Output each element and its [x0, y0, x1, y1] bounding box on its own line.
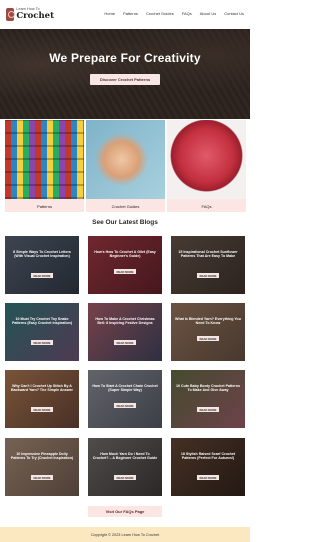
site-header: Learn How To Crochet Home Patterns Croch… [0, 0, 250, 29]
blog-title: How To Start A Crochet Chain Crochet (Su… [92, 384, 158, 393]
read-more-button[interactable]: READ MORE [197, 475, 219, 480]
read-more-button[interactable]: READ MORE [197, 407, 219, 412]
blog-card[interactable]: Why Can't I Crochet Up Stitch By A Backw… [5, 370, 79, 428]
site-footer: Copyright © 2023 Learn How To Crochet [0, 527, 250, 542]
section-title: See Our Latest Blogs [92, 219, 158, 226]
read-more-button[interactable]: READ MORE [31, 340, 53, 345]
blog-title: 18 Stylish Raised Scarf Crochet Patterns… [180, 452, 236, 461]
logo-title: Crochet [16, 11, 54, 22]
read-more-button[interactable]: READ MORE [114, 403, 136, 408]
nav-contact-us[interactable]: Contact Us [224, 11, 244, 16]
blog-card[interactable]: What Is Blended Yarn? Everything You Nee… [171, 303, 245, 361]
read-more-button[interactable]: READ MORE [114, 269, 136, 274]
yarn-logo-icon [6, 8, 16, 21]
read-more-button[interactable]: READ MORE [197, 273, 219, 278]
read-more-button[interactable]: READ MORE [31, 273, 53, 278]
read-more-button[interactable]: READ MORE [114, 340, 136, 345]
copyright-text: Copyright © 2023 Learn How To Crochet [90, 532, 160, 537]
blog-card[interactable]: 8 Simple Ways To Crochet Letters (With V… [5, 236, 79, 294]
blog-title: Why Can't I Crochet Up Stitch By A Backw… [11, 384, 73, 393]
blog-title: How Much Yarn Do I Need To Crochet? – A … [92, 452, 158, 461]
blog-card[interactable]: How Much Yarn Do I Need To Crochet? – A … [88, 438, 162, 496]
blog-card[interactable]: 10 Impressive Pineapple Doily Patterns T… [5, 438, 79, 496]
read-more-button[interactable]: READ MORE [197, 336, 219, 341]
nav-faqs[interactable]: FAQs [182, 11, 192, 16]
yarn-ball-image [167, 120, 246, 199]
site-logo[interactable]: Learn How To Crochet [6, 6, 54, 23]
blog-title: 8 Simple Ways To Crochet Letters (With V… [13, 250, 71, 259]
read-more-button[interactable]: READ MORE [31, 407, 53, 412]
blog-title: 15 Inspirational Crochet Sunflower Patte… [178, 250, 238, 259]
blog-card[interactable]: How To Start A Crochet Chain Crochet (Su… [88, 370, 162, 428]
blog-card[interactable]: 10 Cute Baby Booty Crochet Patterns To M… [171, 370, 245, 428]
visit-faqs-button[interactable]: Visit Our FAQs Page [88, 506, 162, 517]
discover-patterns-button[interactable]: Discover Crochet Patterns [90, 74, 160, 85]
blog-card[interactable]: How To Make A Crochet Christmas Bell: 8 … [88, 303, 162, 361]
nav-crochet-guides[interactable]: Crochet Guides [146, 11, 174, 16]
nav-patterns[interactable]: Patterns [123, 11, 138, 16]
blog-card[interactable]: 10 Must Try Crochet Toy Snake Patterns (… [5, 303, 79, 361]
blog-title: What Is Blended Yarn? Everything You Nee… [175, 317, 241, 326]
category-label: Patterns [37, 204, 52, 209]
category-label: Crochet Guides [111, 204, 140, 209]
category-card-faqs[interactable]: FAQs [167, 120, 246, 212]
crochet-hands-image [86, 120, 165, 199]
category-card-patterns[interactable]: Patterns [5, 120, 84, 212]
blog-card[interactable]: 18 Stylish Raised Scarf Crochet Patterns… [171, 438, 245, 496]
read-more-button[interactable]: READ MORE [31, 475, 53, 480]
hero-title: We Prepare For Creativity [49, 51, 201, 65]
blog-title: 10 Must Try Crochet Toy Snake Patterns (… [11, 317, 73, 326]
blog-title: How's How To Crochet A Gilet (Easy Begin… [94, 250, 156, 259]
blog-title: How To Make A Crochet Christmas Bell: 8 … [95, 317, 155, 326]
blog-card[interactable]: How's How To Crochet A Gilet (Easy Begin… [88, 236, 162, 294]
hero-banner: We Prepare For Creativity Discover Croch… [0, 29, 250, 119]
blog-title: 10 Cute Baby Booty Crochet Patterns To M… [176, 384, 240, 393]
nav-home[interactable]: Home [104, 11, 115, 16]
blog-title: 10 Impressive Pineapple Doily Patterns T… [10, 452, 74, 461]
read-more-button[interactable]: READ MORE [114, 475, 136, 480]
granny-squares-image [5, 120, 84, 199]
category-label: FAQs [201, 204, 212, 209]
main-nav: Home Patterns Crochet Guides FAQs About … [104, 11, 244, 16]
nav-about-us[interactable]: About Us [200, 11, 216, 16]
blog-card[interactable]: 15 Inspirational Crochet Sunflower Patte… [171, 236, 245, 294]
category-card-crochet-guides[interactable]: Crochet Guides [86, 120, 165, 212]
